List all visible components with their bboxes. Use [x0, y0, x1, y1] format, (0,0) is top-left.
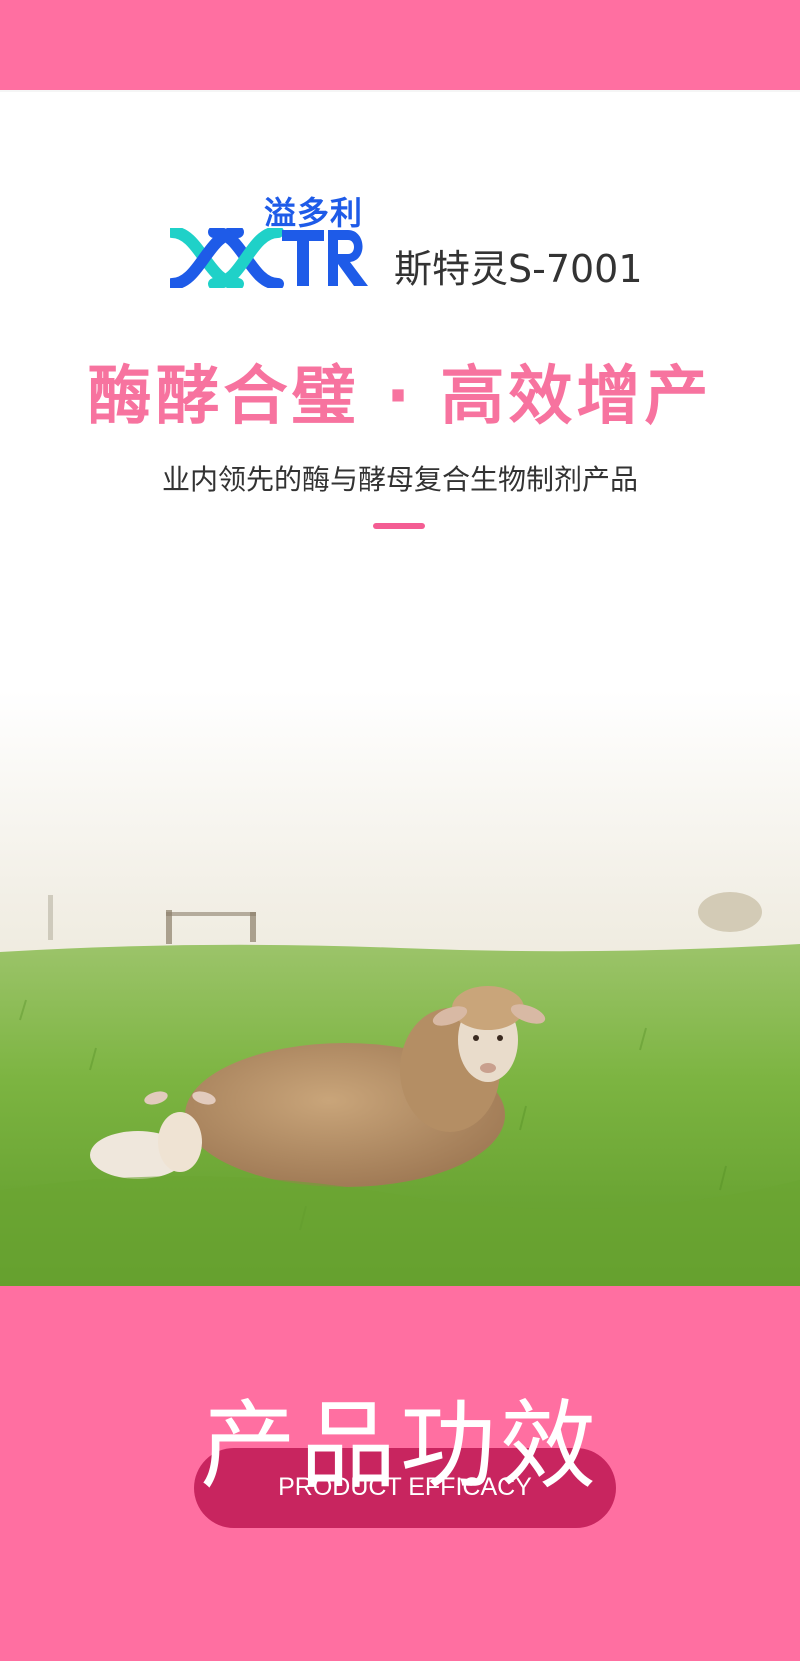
product-name: 斯特灵S-7001 — [394, 247, 643, 291]
divider — [0, 90, 800, 92]
sheep-photo — [0, 690, 800, 1286]
product-page: 溢多利 斯特灵S-7001 酶酵合璧 · 高效增产 业内领先的酶与酵母复合生物制… — [0, 0, 800, 1661]
brand-logo-icon — [170, 228, 368, 288]
title-underline — [373, 523, 425, 529]
subtitle: 业内领先的酶与酵母复合生物制剂产品 — [161, 463, 638, 496]
headline: 酶酵合璧 · 高效增产 — [87, 360, 713, 434]
efficacy-subtitle: PRODUCT EFFICACY — [278, 1473, 532, 1501]
efficacy-section: 产品功效 PRODUCT EFFICACY — [0, 1286, 800, 1661]
brand-lockup: 溢多利 斯特灵S-7001 — [170, 188, 670, 298]
pasture-scene — [0, 690, 800, 1286]
top-banner — [0, 0, 800, 90]
